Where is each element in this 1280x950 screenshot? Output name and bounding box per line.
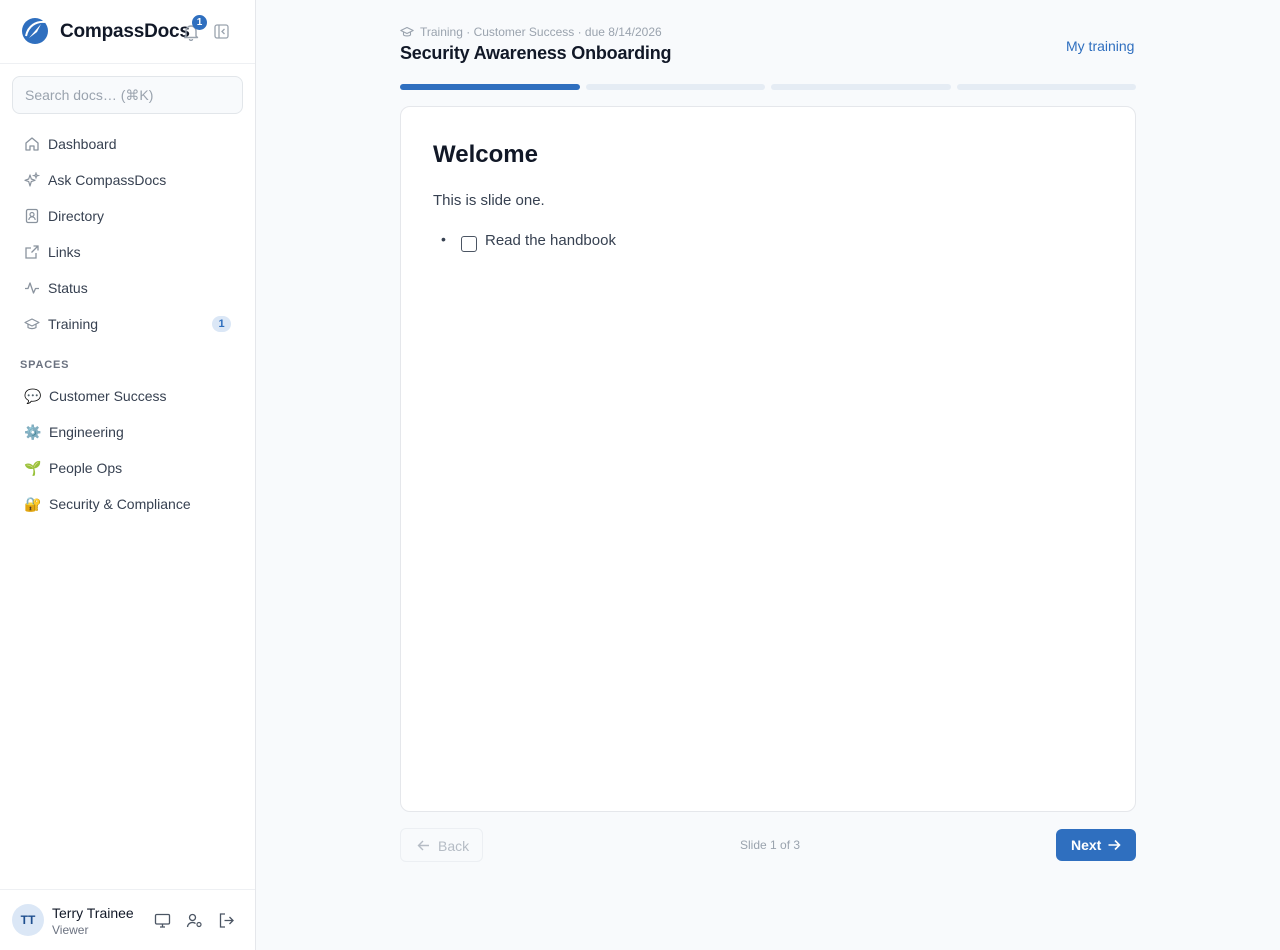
slide-body-text: This is slide one. bbox=[433, 192, 545, 209]
slide-card: Welcome This is slide one. • Read the ha… bbox=[400, 106, 1136, 812]
sidebar-item-label: Training bbox=[48, 316, 99, 332]
user-name: Terry Trainee bbox=[52, 905, 134, 921]
sidebar-space-label: Customer Success bbox=[49, 388, 167, 404]
sidebar-item-label: Directory bbox=[48, 208, 105, 224]
sidebar-item-label: Status bbox=[48, 280, 88, 296]
sidebar-item-training[interactable]: Training 1 bbox=[12, 308, 243, 340]
arrow-right-icon bbox=[1108, 839, 1121, 851]
sidebar-item-ask-compassdocs[interactable]: Ask CompassDocs bbox=[12, 164, 243, 196]
home-icon bbox=[25, 137, 39, 151]
external-link-icon bbox=[25, 245, 39, 259]
sidebar-item-label: Links bbox=[48, 244, 81, 260]
progress-segment-4 bbox=[957, 84, 1136, 90]
sidebar-space-label: Engineering bbox=[49, 424, 124, 440]
next-button-label: Next bbox=[1071, 837, 1102, 853]
sidebar-space-label: People Ops bbox=[49, 460, 123, 476]
graduation-cap-icon bbox=[24, 318, 40, 330]
activity-icon bbox=[25, 282, 39, 294]
contact-book-icon bbox=[25, 208, 39, 224]
search-placeholder: Search docs… (⌘K) bbox=[25, 87, 154, 103]
monitor-icon[interactable] bbox=[154, 912, 171, 929]
sidebar: CompassDocs 1 Search docs… (⌘K) Dashboar… bbox=[0, 0, 256, 950]
breadcrumb: Training · Customer Success · due 8/14/2… bbox=[420, 25, 662, 39]
gear-icon: ⚙️ bbox=[24, 424, 42, 440]
my-training-link[interactable]: My training bbox=[1066, 38, 1134, 54]
back-button[interactable]: Back bbox=[400, 828, 483, 862]
checklist-item-label: Read the handbook bbox=[485, 232, 616, 249]
avatar[interactable]: TT bbox=[12, 904, 44, 936]
lock-key-icon: 🔐 bbox=[24, 496, 42, 512]
sidebar-space-engineering[interactable]: ⚙️ Engineering bbox=[12, 416, 243, 448]
sidebar-item-directory[interactable]: Directory bbox=[12, 200, 243, 232]
list-bullet: • bbox=[441, 231, 446, 247]
collapse-sidebar-icon[interactable] bbox=[214, 24, 229, 39]
sidebar-space-security-compliance[interactable]: 🔐 Security & Compliance bbox=[12, 488, 243, 520]
arrow-left-icon bbox=[417, 840, 429, 851]
user-role: Viewer bbox=[52, 923, 89, 937]
slide-counter: Slide 1 of 3 bbox=[740, 838, 801, 852]
user-settings-icon[interactable] bbox=[186, 912, 203, 929]
seedling-icon: 🌱 bbox=[24, 460, 42, 476]
graduation-cap-icon bbox=[400, 26, 414, 37]
sidebar-item-label: Ask CompassDocs bbox=[48, 172, 167, 188]
progress-segment-2 bbox=[586, 84, 765, 90]
progress-segment-3 bbox=[771, 84, 951, 90]
sidebar-space-customer-success[interactable]: 💬 Customer Success bbox=[12, 380, 243, 412]
back-button-label: Back bbox=[438, 838, 470, 854]
next-button[interactable]: Next bbox=[1056, 829, 1136, 861]
sidebar-space-people-ops[interactable]: 🌱 People Ops bbox=[12, 452, 243, 484]
training-count-badge: 1 bbox=[212, 316, 231, 332]
user-bar: TT Terry Trainee Viewer bbox=[0, 889, 255, 950]
sidebar-item-status[interactable]: Status bbox=[12, 272, 243, 304]
compass-logo-icon[interactable] bbox=[20, 16, 50, 46]
sparkles-icon bbox=[24, 172, 40, 187]
slide-title: Welcome bbox=[433, 141, 538, 168]
search-input[interactable]: Search docs… (⌘K) bbox=[12, 76, 243, 114]
app-name: CompassDocs bbox=[60, 21, 190, 42]
logout-icon[interactable] bbox=[218, 912, 235, 929]
brand-header: CompassDocs 1 bbox=[0, 0, 255, 64]
page-title: Security Awareness Onboarding bbox=[400, 43, 672, 63]
sidebar-item-label: Dashboard bbox=[48, 136, 117, 152]
spaces-section-label: SPACES bbox=[20, 359, 70, 371]
notification-badge: 1 bbox=[192, 15, 207, 30]
handbook-checkbox[interactable] bbox=[461, 236, 477, 252]
speech-bubble-icon: 💬 bbox=[24, 388, 42, 404]
sidebar-item-dashboard[interactable]: Dashboard bbox=[12, 128, 243, 160]
progress-segment-1 bbox=[400, 84, 580, 90]
sidebar-item-links[interactable]: Links bbox=[12, 236, 243, 268]
sidebar-space-label: Security & Compliance bbox=[49, 496, 191, 512]
